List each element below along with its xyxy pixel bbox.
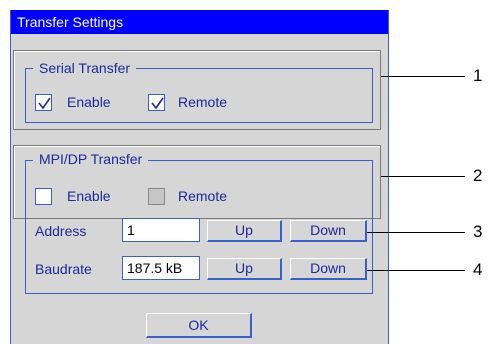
callout-line-4: [367, 270, 465, 271]
checkmark-icon: [151, 97, 164, 110]
mpi-remote-checkbox[interactable]: [148, 188, 165, 205]
baudrate-up-button[interactable]: Up: [207, 258, 282, 280]
mpi-remote-label: Remote: [178, 188, 228, 204]
serial-enable-label: Enable: [67, 94, 111, 110]
checkmark-icon: [38, 97, 51, 110]
callout-line-2: [381, 176, 465, 177]
transfer-settings-dialog: Transfer Settings Serial Transfer Enable…: [10, 10, 389, 344]
callout-number-2: 2: [473, 166, 483, 185]
baudrate-down-button[interactable]: Down: [290, 258, 367, 280]
mpi-enable-label: Enable: [67, 188, 111, 204]
dialog-title: Transfer Settings: [11, 10, 388, 34]
address-input[interactable]: 1: [122, 218, 200, 242]
ok-button[interactable]: OK: [146, 313, 252, 338]
mpi-transfer-legend: MPI/DP Transfer: [33, 151, 149, 167]
address-up-button[interactable]: Up: [207, 220, 282, 242]
address-down-button[interactable]: Down: [290, 220, 367, 242]
mpi-enable-checkbox[interactable]: [35, 188, 52, 205]
callout-number-4: 4: [473, 260, 483, 279]
callout-line-3: [367, 232, 465, 233]
serial-remote-label: Remote: [178, 94, 228, 110]
callout-line-1: [381, 76, 465, 77]
serial-remote-checkbox[interactable]: [148, 94, 165, 111]
baudrate-input[interactable]: 187.5 kB: [122, 256, 200, 280]
callout-number-1: 1: [473, 66, 483, 85]
address-label: Address: [35, 223, 87, 239]
baudrate-label: Baudrate: [35, 261, 92, 277]
serial-enable-checkbox[interactable]: [35, 94, 52, 111]
callout-number-3: 3: [473, 222, 483, 241]
serial-transfer-legend: Serial Transfer: [33, 60, 137, 76]
